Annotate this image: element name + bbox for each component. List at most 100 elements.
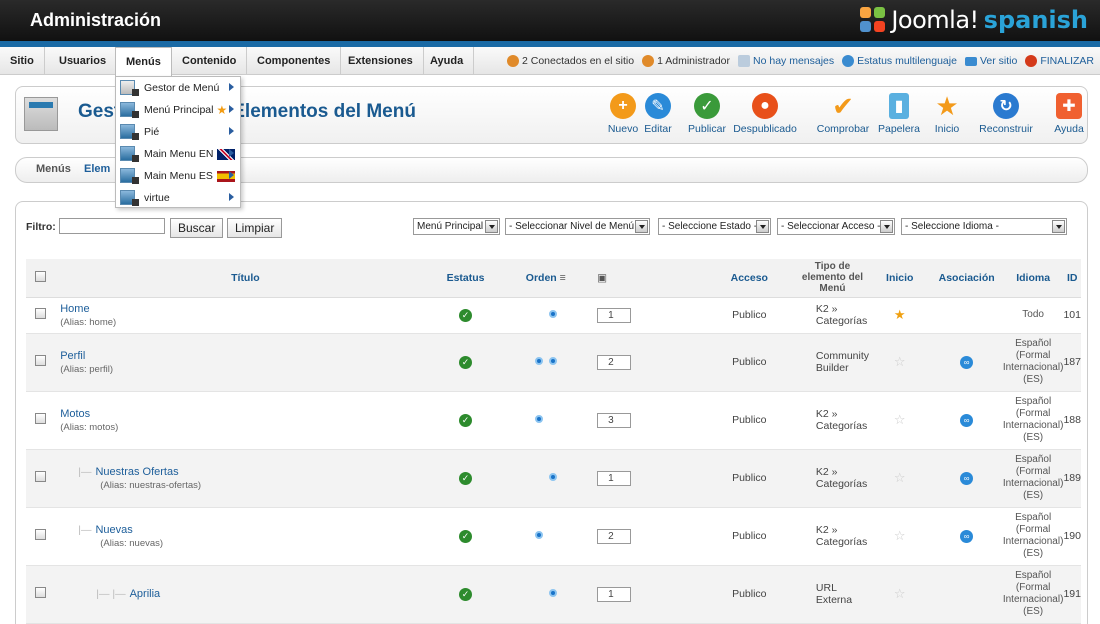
move-down-icon[interactable] [548, 310, 557, 318]
col-type[interactable]: Tipo de elemento del Menú [795, 259, 870, 298]
clear-button[interactable]: Limpiar [227, 218, 283, 238]
order-input[interactable]: 1 [597, 307, 632, 323]
item-title-link[interactable]: Nuestras Ofertas [95, 466, 178, 478]
chevron-down-icon [756, 220, 769, 233]
item-alias: (Alias: home) [60, 316, 117, 328]
published-icon[interactable]: ✓ [459, 529, 473, 543]
item-title-link[interactable]: Aprilia [130, 588, 161, 600]
access-select[interactable]: - Seleccionar Acceso - [777, 218, 895, 235]
title-cell: |— |— Aprilia [54, 565, 437, 624]
home-button[interactable]: ★ Inicio [919, 91, 975, 136]
publish-button[interactable]: ✓ Publicar [679, 93, 735, 135]
messages-link[interactable]: No hay mensajes [738, 55, 834, 67]
dropdown-item-main-menu-es[interactable]: Main Menu ES [116, 165, 240, 187]
col-association[interactable]: Asociación [930, 259, 1003, 298]
published-icon[interactable]: ✓ [459, 355, 473, 369]
col-language[interactable]: Idioma [1002, 259, 1064, 298]
association-icon[interactable]: ∞ [960, 355, 974, 369]
row-checkbox[interactable] [34, 355, 46, 366]
empty-star-icon[interactable]: ☆ [894, 586, 906, 601]
association-icon[interactable]: ∞ [960, 471, 974, 485]
tab-menus[interactable]: Menús [36, 163, 71, 175]
published-icon[interactable]: ✓ [459, 308, 473, 322]
empty-star-icon[interactable]: ☆ [894, 470, 906, 485]
language-select[interactable]: - Seleccione Idioma - [901, 218, 1067, 235]
move-up-icon[interactable] [534, 415, 543, 423]
col-status[interactable]: Estatus [436, 259, 495, 298]
state-select[interactable]: - Seleccione Estado - [658, 218, 771, 235]
row-checkbox[interactable] [34, 587, 46, 598]
online-users[interactable]: 2 Conectados en el sitio [506, 55, 634, 67]
order-input[interactable]: 2 [597, 528, 632, 544]
menu-sitio[interactable]: Sitio [0, 47, 45, 75]
menu-usuarios[interactable]: Usuarios [49, 47, 118, 75]
col-order[interactable]: Orden ≡ [494, 259, 598, 298]
published-icon[interactable]: ✓ [459, 413, 473, 427]
view-site-link[interactable]: Ver sitio [964, 55, 1017, 67]
admin-count[interactable]: 1 Administrador [642, 55, 730, 67]
move-down-icon[interactable] [548, 589, 557, 597]
menu-componentes[interactable]: Componentes [247, 47, 342, 75]
menu-select[interactable]: Menú Principal [413, 218, 500, 235]
menu-contenido[interactable]: Contenido [172, 47, 248, 75]
type-cell: K2 » Categorías [795, 297, 870, 334]
item-title-link[interactable]: Perfil [60, 350, 85, 362]
move-down-icon[interactable] [548, 473, 557, 481]
checkin-button[interactable]: ✔ Comprobar [815, 91, 871, 136]
published-icon[interactable]: ✓ [459, 587, 473, 601]
row-checkbox[interactable] [34, 471, 46, 482]
row-checkbox[interactable] [34, 529, 46, 540]
dropdown-item-main-menu-en[interactable]: Main Menu EN [116, 143, 240, 165]
col-id[interactable]: ID [1063, 259, 1081, 298]
order-input-cell: 3 [597, 391, 703, 450]
move-down-icon[interactable] [548, 357, 557, 365]
chevron-right-icon [229, 193, 234, 201]
rebuild-button[interactable]: ↻ Reconstruir [978, 93, 1034, 135]
menu-ayuda[interactable]: Ayuda [420, 47, 475, 75]
edit-button[interactable]: ✎ Editar [630, 93, 686, 135]
empty-star-icon[interactable]: ☆ [894, 354, 906, 369]
item-title-link[interactable]: Home [60, 303, 89, 315]
order-input-cell: 1 [597, 449, 703, 508]
menu-menus[interactable]: Menús [115, 47, 172, 76]
help-button[interactable]: ✚ Ayuda [1041, 93, 1097, 135]
item-title-link[interactable]: Nuevas [95, 524, 132, 536]
logout-link[interactable]: FINALIZAR [1025, 55, 1094, 67]
move-up-icon[interactable] [534, 531, 543, 539]
select-all-checkbox[interactable] [34, 270, 46, 282]
dropdown-item-main-menu[interactable]: Menú Principal ★ [116, 99, 240, 121]
item-title-link[interactable]: Motos [60, 408, 90, 420]
item-alias: (Alias: motos) [60, 421, 119, 433]
dropdown-item-virtue[interactable]: virtue [116, 187, 240, 209]
unpublish-button[interactable]: ● Despublicado [733, 93, 797, 135]
empty-star-icon[interactable]: ☆ [894, 528, 906, 543]
association-icon[interactable]: ∞ [960, 529, 974, 543]
row-checkbox[interactable] [34, 308, 46, 319]
move-up-icon[interactable] [534, 357, 543, 365]
home-star-icon[interactable]: ★ [894, 307, 906, 322]
multilang-status[interactable]: Estatus multilenguaje [842, 55, 957, 67]
association-icon[interactable]: ∞ [960, 413, 974, 427]
col-access[interactable]: Acceso [702, 259, 796, 298]
col-home[interactable]: Inicio [869, 259, 931, 298]
language-cell: Español (Formal Internacional) (ES) [1002, 449, 1064, 508]
order-input[interactable]: 2 [597, 354, 632, 370]
level-select[interactable]: - Seleccionar Nivel de Menú - [505, 218, 650, 235]
order-input[interactable]: 3 [597, 412, 632, 428]
dropdown-item-menu-manager[interactable]: Gestor de Menú [116, 77, 240, 99]
published-icon[interactable]: ✓ [459, 471, 473, 485]
tab-menu-items[interactable]: Elem [84, 163, 110, 175]
menu-extensiones[interactable]: Extensiones [338, 47, 424, 75]
item-alias: (Alias: nuevas) [100, 537, 164, 549]
order-input[interactable]: 1 [597, 470, 632, 486]
items-list-panel: Filtro: Buscar Limpiar Menú Principal - … [15, 201, 1088, 624]
row-checkbox[interactable] [34, 413, 46, 424]
dropdown-item-footer[interactable]: Pié [116, 121, 240, 143]
col-title[interactable]: Título [54, 259, 437, 298]
empty-star-icon[interactable]: ☆ [894, 412, 906, 427]
order-input[interactable]: 1 [597, 586, 632, 602]
save-order-icon[interactable]: ▣ [597, 272, 607, 284]
table-row: Home (Alias: home) ✓ 1 Publico K2 » Categoría… [26, 297, 1081, 334]
search-button[interactable]: Buscar [170, 218, 224, 238]
filter-search-input[interactable] [59, 218, 165, 234]
